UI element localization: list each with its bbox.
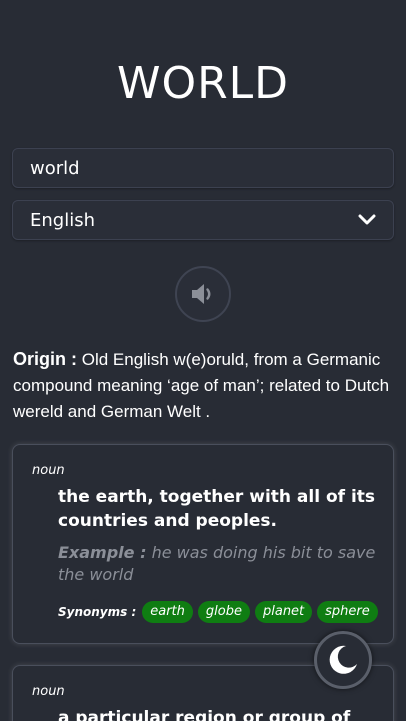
pronunciation-button[interactable] [175,266,231,322]
part-of-speech: noun [32,684,65,699]
origin-label: Origin : [13,349,77,369]
synonym-chip[interactable]: globe [197,601,250,623]
speaker-icon [192,284,211,304]
page-title: WORLD [116,58,290,109]
synonym-chip[interactable]: sphere [317,601,378,623]
synonyms-label: Synonyms : [58,605,137,619]
search-input[interactable] [13,149,393,187]
chevron-down-icon [358,214,376,225]
definition-text: the earth, together with all of its coun… [58,487,376,531]
theme-toggle-button[interactable] [314,631,372,689]
synonym-chip[interactable]: planet [254,601,313,623]
example-label: Example : [58,543,147,562]
search-field[interactable] [12,148,394,188]
example-text: Example : he was doing his bit to save t… [58,542,383,586]
origin-text: Origin : Old English w(e)oruld, from a G… [13,346,395,425]
definition-text: a particular region or group of [58,708,351,721]
synonyms-row: Synonyms : earth globe planet sphere [58,601,378,623]
part-of-speech: noun [32,463,65,478]
moon-icon [329,645,357,674]
meaning-card: noun the earth, together with all of its… [12,444,394,644]
language-select-value: English [30,209,95,231]
synonym-chip[interactable]: earth [142,601,193,623]
language-select[interactable]: English [12,200,394,240]
